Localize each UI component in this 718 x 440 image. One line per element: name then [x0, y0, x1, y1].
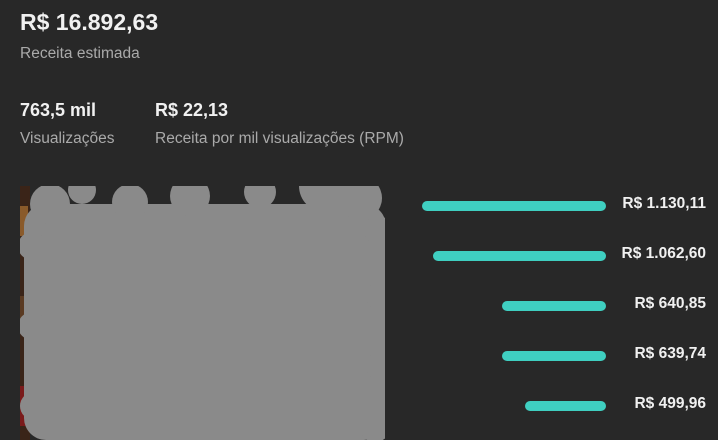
revenue-bar — [501, 301, 606, 311]
views-metric[interactable]: 763,5 mil Visualizações — [20, 100, 115, 148]
revenue-bar — [433, 251, 606, 261]
rpm-value: R$ 22,13 — [155, 100, 229, 120]
revenue-amount: R$ 639,74 — [634, 345, 706, 362]
revenue-amount: R$ 499,96 — [634, 395, 706, 412]
revenue-amount: R$ 1.130,11 — [622, 195, 706, 212]
revenue-amount: R$ 640,85 — [634, 295, 706, 312]
revenue-bar — [501, 351, 606, 361]
content-row[interactable]: R$ 1.130,11 — [400, 183, 718, 229]
redacted-video-list — [20, 186, 385, 440]
views-value: 763,5 mil — [20, 100, 97, 120]
redaction-scribble — [20, 186, 385, 440]
content-row[interactable]: R$ 640,85 — [400, 283, 718, 329]
revenue-amount: R$ 1.062,60 — [621, 245, 706, 262]
estimated-revenue-label: Receita estimada — [20, 45, 140, 62]
revenue-bar — [422, 201, 606, 211]
content-row[interactable]: R$ 1.062,60 — [400, 233, 718, 279]
content-row[interactable]: R$ 499,96 — [400, 383, 718, 429]
content-row[interactable]: R$ 639,74 — [400, 333, 718, 379]
estimated-revenue-value: R$ 16.892,63 — [20, 9, 159, 35]
views-label: Visualizações — [20, 130, 115, 147]
rpm-label: Receita por mil visualizações (RPM) — [155, 130, 404, 147]
revenue-bar — [524, 401, 606, 411]
rpm-metric[interactable]: R$ 22,13 Receita por mil visualizações (… — [155, 100, 404, 148]
